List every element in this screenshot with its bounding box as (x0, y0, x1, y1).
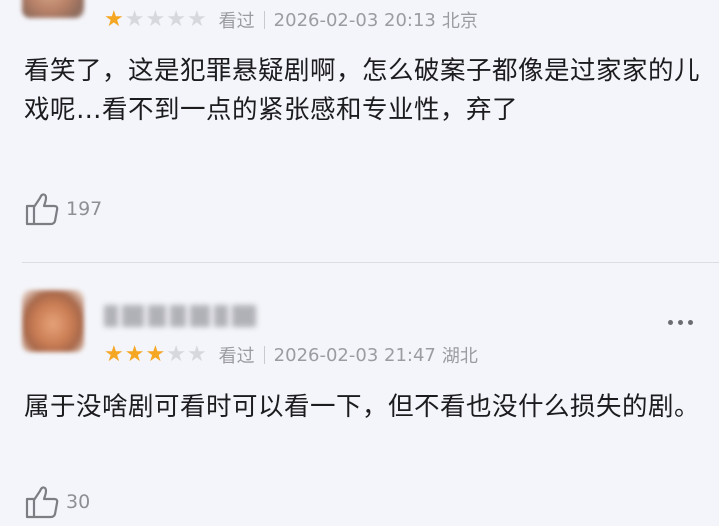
more-dots-icon (668, 320, 673, 325)
review-location: 湖北 (441, 346, 478, 367)
star-icon: ★ (186, 342, 207, 367)
like-button[interactable]: 30 (24, 484, 90, 520)
star-icon: ★ (145, 342, 166, 367)
separator (263, 346, 265, 364)
more-options-button[interactable] (668, 320, 693, 325)
star-icon: ★ (166, 7, 186, 32)
star-icon: ★ (145, 7, 166, 32)
more-dots-icon (678, 320, 683, 325)
thumbs-up-icon (25, 193, 59, 226)
watch-status: 看过 (218, 346, 255, 367)
star-icon: ★ (186, 7, 207, 32)
star-icon: ★ (104, 342, 124, 367)
like-count: 30 (66, 491, 91, 513)
review-meta: ★ ★ ★ ★ ★ 看过 2026-02-03 20:13 北京 (104, 7, 478, 33)
review-item: ★ ★ ★ ★ ★ 看过 2026-02-03 20:13 北京 看笑了，这是犯罪悬疑剧… (0, 0, 719, 262)
separator (263, 11, 265, 29)
watch-status: 看过 (218, 11, 255, 32)
rating-stars: ★ ★ ★ ★ ★ (104, 8, 207, 32)
avatar[interactable] (22, 0, 84, 18)
username-blurred[interactable] (104, 300, 256, 332)
like-count: 197 (66, 198, 103, 220)
star-icon: ★ (166, 342, 186, 367)
review-text: 看笑了，这是犯罪悬疑剧啊，怎么破案子都像是过家家的儿戏呢…看不到一点的紧张感和专… (24, 56, 701, 125)
review-datetime: 2026-02-03 20:13 (273, 9, 436, 31)
review-meta: ★ ★ ★ ★ ★ 看过 2026-02-03 21:47 湖北 (104, 342, 478, 368)
more-dots-icon (688, 320, 693, 325)
like-button[interactable]: 197 (24, 191, 102, 227)
star-icon: ★ (124, 342, 145, 367)
review-datetime: 2026-02-03 21:47 (273, 344, 436, 366)
star-icon: ★ (124, 7, 145, 32)
star-icon: ★ (104, 7, 124, 32)
review-item: ★ ★ ★ ★ ★ 看过 2026-02-03 21:47 湖北 属于没啥剧可看时可以看… (0, 262, 719, 526)
thumbs-up-icon (25, 486, 59, 519)
review-text: 属于没啥剧可看时可以看一下，但不看也没什么损失的剧。 (24, 392, 701, 422)
avatar[interactable] (22, 290, 84, 352)
rating-stars: ★ ★ ★ ★ ★ (104, 343, 207, 367)
review-location: 北京 (441, 11, 478, 32)
